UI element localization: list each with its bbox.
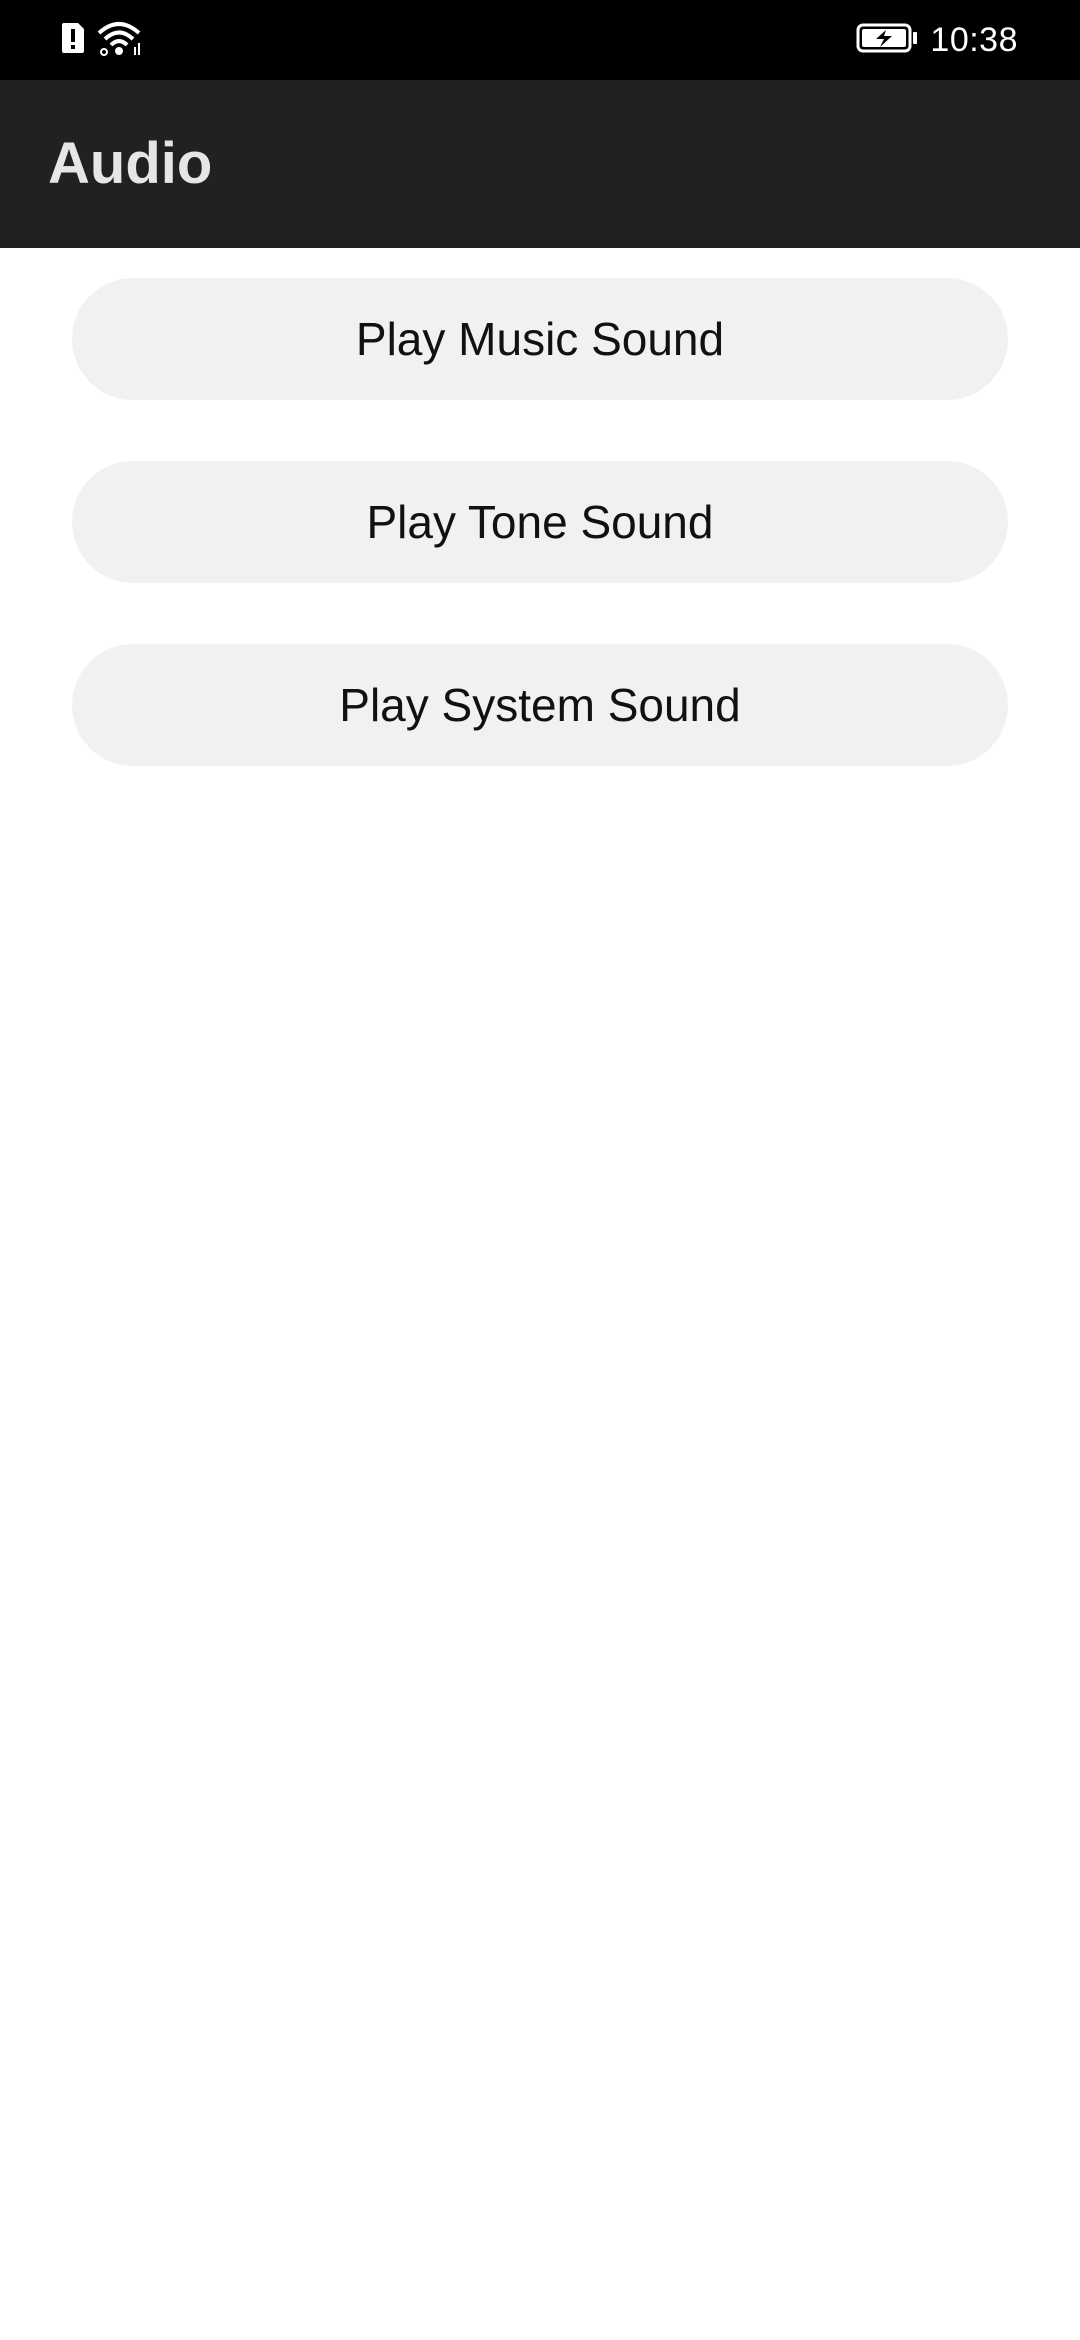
app-bar: Audio <box>0 80 1080 248</box>
battery-charging-icon <box>856 23 918 58</box>
alert-icon <box>60 21 86 60</box>
status-right: 10:38 <box>856 18 1018 62</box>
status-time: 10:38 <box>930 20 1018 59</box>
wifi-icon <box>96 19 142 62</box>
status-left-icons <box>60 20 142 60</box>
play-tone-sound-button[interactable]: Play Tone Sound <box>72 461 1008 583</box>
status-bar: 10:38 <box>0 0 1080 80</box>
play-music-sound-button[interactable]: Play Music Sound <box>72 278 1008 400</box>
content-area: Play Music Sound Play Tone Sound Play Sy… <box>0 248 1080 2340</box>
page-title: Audio <box>48 131 213 196</box>
play-system-sound-button[interactable]: Play System Sound <box>72 644 1008 766</box>
